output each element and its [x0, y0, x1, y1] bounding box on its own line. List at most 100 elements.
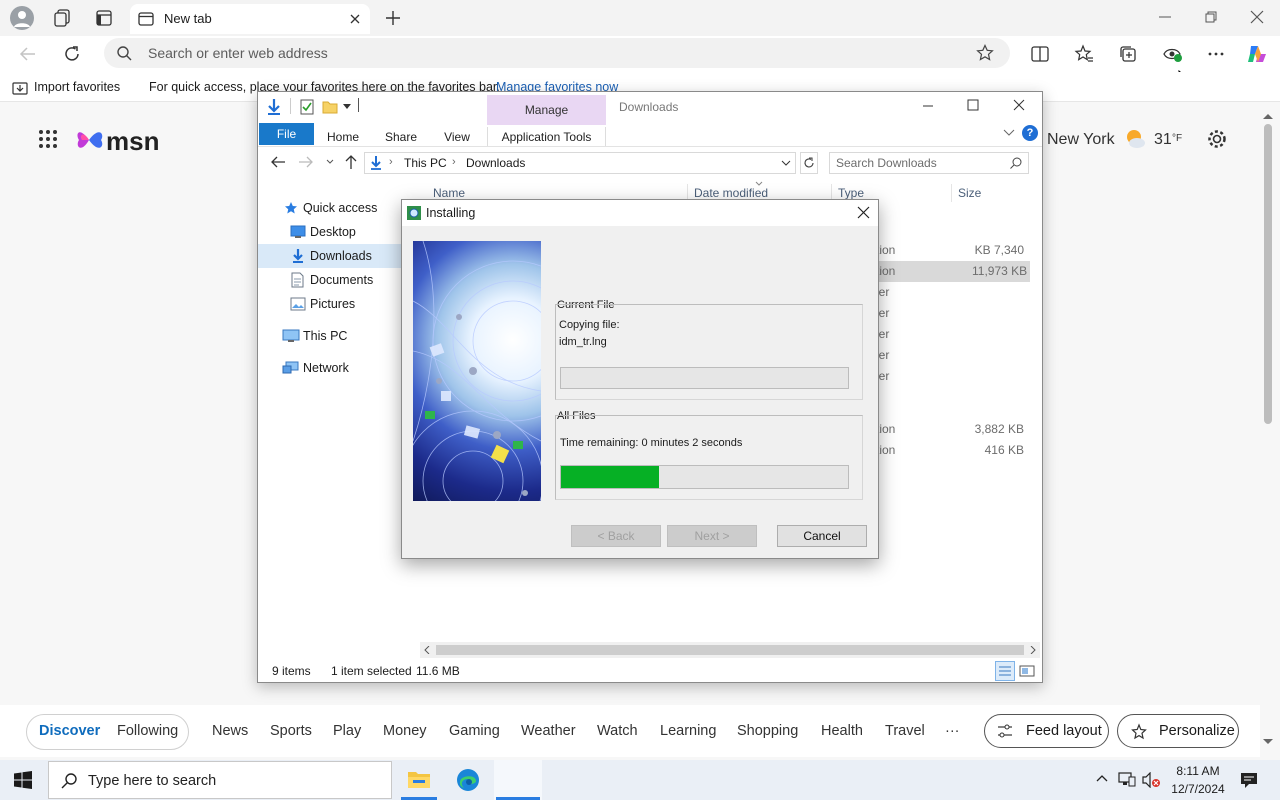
help-icon[interactable]: ?	[1022, 125, 1038, 141]
tab-new-tab[interactable]: New tab	[130, 4, 370, 34]
nav-documents[interactable]: Documents	[258, 268, 418, 292]
back-icon[interactable]	[18, 44, 38, 64]
collections-icon[interactable]	[1118, 44, 1138, 64]
horizontal-scrollbar[interactable]	[420, 642, 1040, 658]
nav-more[interactable]: ···	[945, 705, 960, 757]
breadcrumb-dropdown-icon[interactable]	[781, 160, 791, 166]
cancel-button[interactable]: Cancel	[777, 525, 867, 547]
column-type[interactable]: Type	[838, 186, 864, 200]
extensions-icon[interactable]	[1162, 44, 1184, 64]
taskbar-search-box[interactable]: Type here to search	[48, 761, 392, 799]
nav-this-pc[interactable]: This PC	[258, 324, 418, 348]
close-window-icon[interactable]	[1250, 10, 1264, 24]
scroll-down-icon[interactable]	[1262, 738, 1274, 746]
ribbon-tab-application-tools[interactable]: Application Tools	[487, 127, 606, 147]
minimize-icon[interactable]	[1158, 10, 1172, 24]
breadcrumb-downloads[interactable]: Downloads	[466, 156, 525, 170]
qat-dropdown-icon[interactable]	[343, 104, 351, 110]
nav-downloads[interactable]: Downloads	[258, 244, 420, 268]
nav-money[interactable]: Money	[383, 705, 427, 757]
scroll-up-icon[interactable]	[1262, 112, 1274, 120]
properties-check-icon[interactable]	[300, 99, 314, 115]
favorite-star-icon[interactable]	[976, 44, 994, 62]
copilot-icon[interactable]	[1246, 42, 1270, 66]
explorer-maximize-icon[interactable]	[967, 99, 979, 111]
apps-grid-icon[interactable]	[38, 129, 58, 149]
profile-icon[interactable]	[10, 6, 34, 30]
msn-butterfly-logo-icon[interactable]	[75, 124, 105, 156]
nav-network[interactable]: Network	[258, 356, 418, 380]
next-button[interactable]: Next >	[667, 525, 757, 547]
feed-layout-button[interactable]: Feed layout	[984, 714, 1109, 748]
nav-following[interactable]: Following	[117, 705, 178, 757]
settings-gear-icon[interactable]	[1206, 128, 1228, 150]
explorer-back-icon[interactable]	[270, 155, 286, 169]
volume-muted-icon[interactable]	[1142, 772, 1160, 788]
vertical-tabs-icon[interactable]	[94, 8, 114, 28]
column-size[interactable]: Size	[958, 186, 981, 200]
ribbon-tab-view[interactable]: View	[436, 127, 478, 147]
personalize-button[interactable]: Personalize	[1117, 714, 1239, 748]
horizontal-scrollbar-thumb[interactable]	[436, 645, 1024, 655]
details-view-icon[interactable]	[995, 661, 1015, 681]
close-tab-icon[interactable]	[348, 12, 362, 26]
explorer-refresh-icon[interactable]	[800, 152, 818, 174]
nav-watch[interactable]: Watch	[597, 705, 638, 757]
explorer-close-icon[interactable]	[1013, 99, 1025, 111]
refresh-icon[interactable]	[62, 44, 82, 64]
large-icons-view-icon[interactable]	[1019, 663, 1035, 679]
breadcrumb-this-pc[interactable]: This PC	[404, 156, 447, 170]
restore-icon[interactable]	[1204, 10, 1218, 24]
scroll-left-icon[interactable]	[424, 646, 430, 654]
ribbon-tab-home[interactable]: Home	[320, 127, 366, 147]
nav-sports[interactable]: Sports	[270, 705, 312, 757]
split-screen-icon[interactable]	[1030, 44, 1050, 64]
address-bar[interactable]: Search or enter web address	[104, 38, 1010, 68]
windows-start-icon[interactable]	[14, 771, 32, 789]
windows-taskbar: Type here to search 8:11 AM 12/7/2024	[0, 760, 1280, 800]
nav-quick-access[interactable]: Quick access	[258, 196, 418, 220]
weather-city[interactable]: New York	[1047, 131, 1115, 149]
show-hidden-icons-icon[interactable]	[1096, 774, 1108, 782]
search-downloads-input[interactable]: Search Downloads	[829, 152, 1029, 174]
new-folder-icon[interactable]	[322, 99, 338, 115]
taskbar-edge-button[interactable]	[446, 760, 490, 800]
scroll-right-icon[interactable]	[1030, 646, 1036, 654]
nav-desktop[interactable]: Desktop	[258, 220, 418, 244]
taskbar-file-explorer-button[interactable]	[397, 760, 441, 800]
explorer-minimize-icon[interactable]	[922, 100, 934, 112]
nav-news[interactable]: News	[212, 705, 248, 757]
nav-pictures[interactable]: Pictures	[258, 292, 418, 316]
back-button[interactable]: < Back	[571, 525, 661, 547]
explorer-forward-icon[interactable]	[298, 155, 314, 169]
ribbon-tab-file[interactable]: File	[259, 123, 314, 145]
manage-context-tab[interactable]: Manage	[487, 95, 606, 125]
nav-learning[interactable]: Learning	[660, 705, 716, 757]
network-icon[interactable]	[1118, 772, 1136, 788]
clock-date[interactable]: 12/7/2024	[1168, 782, 1228, 796]
installer-close-icon[interactable]	[857, 206, 870, 219]
nav-weather[interactable]: Weather	[521, 705, 576, 757]
import-favorites-link[interactable]: Import favorites	[34, 80, 120, 94]
nav-discover[interactable]: Discover	[39, 705, 100, 757]
column-name[interactable]: Name	[433, 186, 465, 200]
more-options-icon[interactable]	[1206, 44, 1226, 64]
recent-locations-icon[interactable]	[326, 159, 334, 165]
new-tab-button[interactable]	[384, 9, 402, 27]
nav-travel[interactable]: Travel	[885, 705, 925, 757]
favorites-icon[interactable]	[1074, 44, 1094, 64]
column-date-modified[interactable]: Date modified	[694, 186, 768, 200]
workspaces-icon[interactable]	[52, 8, 72, 28]
breadcrumb[interactable]: › This PC › Downloads	[364, 152, 796, 174]
nav-shopping[interactable]: Shopping	[737, 705, 798, 757]
taskbar-installer-button[interactable]	[494, 760, 542, 800]
nav-health[interactable]: Health	[821, 705, 863, 757]
up-folder-icon[interactable]	[344, 154, 358, 170]
nav-gaming[interactable]: Gaming	[449, 705, 500, 757]
ribbon-tab-share[interactable]: Share	[378, 127, 424, 147]
notification-center-icon[interactable]	[1240, 771, 1258, 789]
clock-time[interactable]: 8:11 AM	[1172, 764, 1224, 778]
page-scrollbar-thumb[interactable]	[1264, 124, 1272, 424]
ribbon-expand-chevron-icon[interactable]	[1003, 129, 1015, 137]
nav-play[interactable]: Play	[333, 705, 361, 757]
